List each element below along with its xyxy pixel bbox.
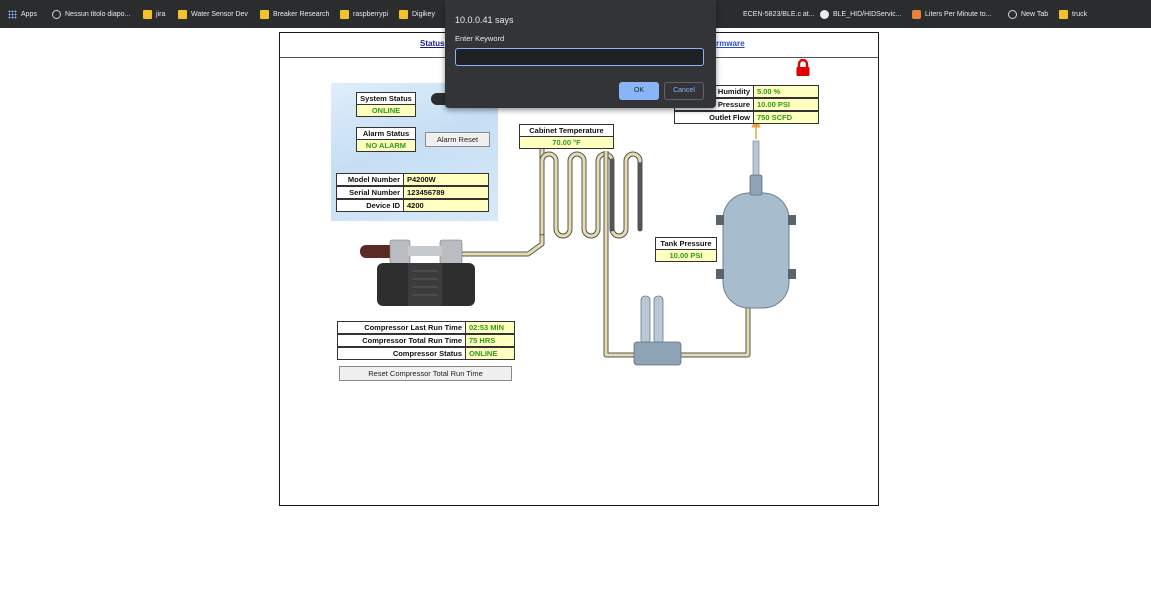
air-tank — [716, 140, 796, 309]
bookmark-nessun-titolo[interactable]: Nessun titolo diapo... — [52, 7, 130, 21]
folder-icon — [143, 9, 152, 19]
bookmark-digikey[interactable]: Digikey — [399, 7, 435, 21]
bookmark-ecen-5823[interactable]: ECEN-5823/BLE.c at... — [743, 7, 815, 21]
folder-icon — [260, 9, 269, 19]
filter-assembly — [633, 295, 682, 366]
serial-number-value: 123456789 — [403, 186, 489, 199]
compressor-last-run-value: 02:53 MIN — [465, 321, 515, 334]
humidity-value: 5.00 % — [753, 85, 819, 98]
compressor-status-label: Compressor Status — [337, 347, 466, 360]
bookmark-liters-per-minute[interactable]: Liters Per Minute to... — [912, 7, 992, 21]
alarm-status-value: NO ALARM — [356, 139, 416, 152]
folder-icon — [178, 9, 187, 19]
bookmark-new-tab[interactable]: New Tab — [1008, 7, 1048, 21]
alarm-reset-button[interactable]: Alarm Reset — [425, 132, 490, 147]
cooling-coil — [539, 151, 643, 239]
folder-icon — [1059, 9, 1068, 19]
outlet-flow-label: Outlet Flow — [674, 111, 754, 124]
globe-icon — [52, 9, 61, 19]
compressor-status-value: ONLINE — [465, 347, 515, 360]
compressor — [360, 239, 475, 306]
bookmark-water-sensor-dev[interactable]: Water Sensor Dev — [178, 7, 248, 21]
dialog-message: Enter Keyword — [455, 34, 505, 43]
pipe-filter-to-tank — [680, 303, 751, 358]
bookmark-ble-hid[interactable]: BLE_HID/HIDServic... — [820, 7, 901, 21]
bookmark-apps[interactable]: Apps — [8, 7, 37, 21]
bookmark-breaker-research[interactable]: Breaker Research — [260, 7, 329, 21]
compressor-total-run-label: Compressor Total Run Time — [337, 334, 466, 347]
bookmark-truck[interactable]: truck — [1059, 7, 1087, 21]
globe-icon — [1008, 9, 1017, 19]
apps-grid-icon — [8, 9, 17, 19]
model-number-label: Model Number — [336, 173, 404, 186]
compressor-last-run-label: Compressor Last Run Time — [337, 321, 466, 334]
bookmark-jira[interactable]: jira — [143, 7, 165, 21]
outlet-flow-value: 750 SCFD — [753, 111, 819, 124]
github-icon — [820, 9, 829, 19]
cabinet-temperature-value: 70.00 °F — [519, 136, 614, 149]
dialog-title: 10.0.0.41 says — [455, 15, 514, 25]
device-id-label: Device ID — [336, 199, 404, 212]
keyword-prompt-dialog: 10.0.0.41 says Enter Keyword OK Cancel — [445, 0, 716, 108]
tank-pressure-value: 10.00 PSI — [655, 249, 717, 262]
model-number-value: P4200W — [403, 173, 489, 186]
device-id-value: 4200 — [403, 199, 489, 212]
folder-icon — [340, 9, 349, 19]
converter-icon — [912, 9, 921, 19]
system-status-value: ONLINE — [356, 104, 416, 117]
reset-compressor-run-time-button[interactable]: Reset Compressor Total Run Time — [339, 366, 512, 381]
bookmark-raspberrypi[interactable]: raspberrypi — [340, 7, 388, 21]
cancel-button[interactable]: Cancel — [664, 82, 704, 100]
keyword-input[interactable] — [455, 48, 704, 66]
ok-button[interactable]: OK — [619, 82, 659, 100]
pressure-value: 10.00 PSI — [753, 98, 819, 111]
compressor-total-run-value: 75 HRS — [465, 334, 515, 347]
folder-icon — [399, 9, 408, 19]
serial-number-label: Serial Number — [336, 186, 404, 199]
